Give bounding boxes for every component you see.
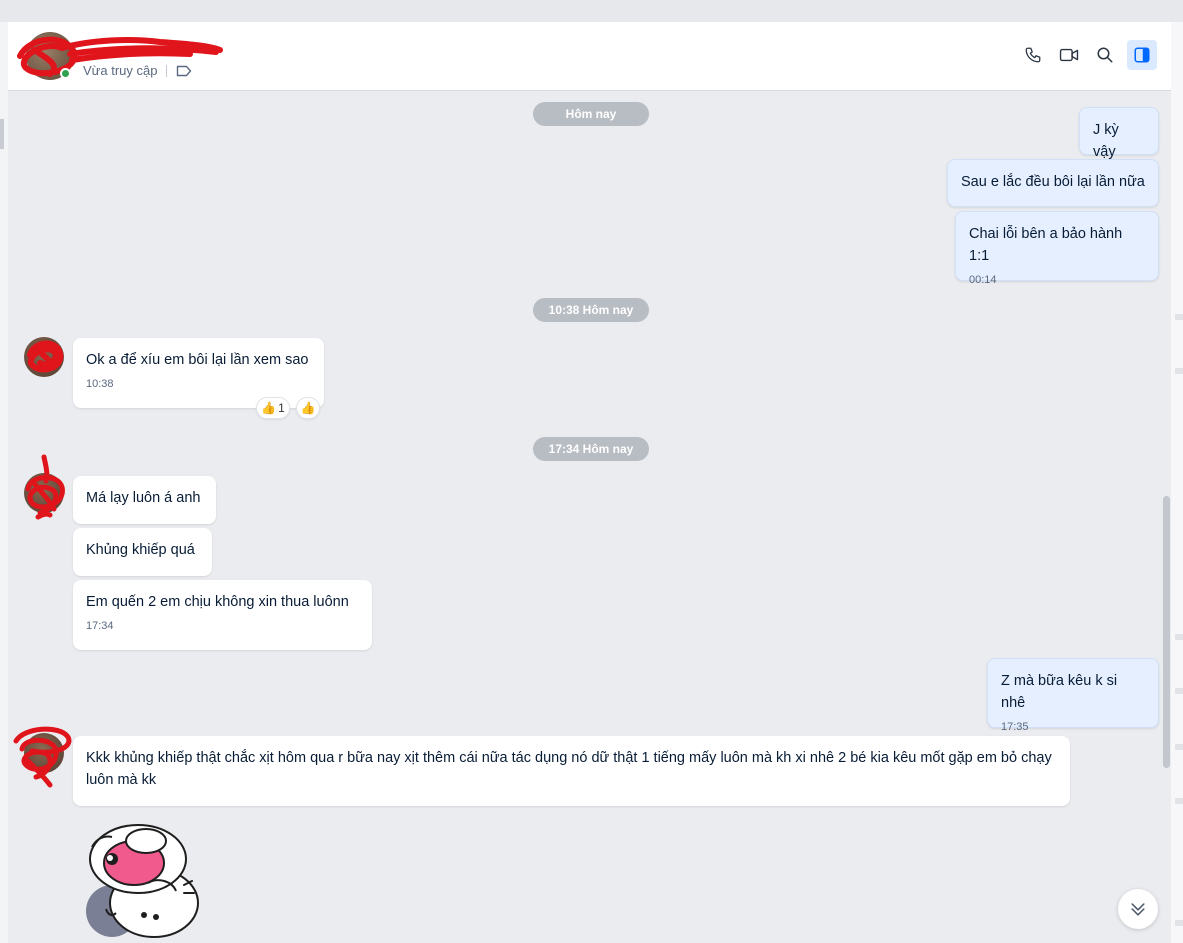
voice-call-button[interactable]	[1019, 41, 1047, 69]
chevrons-down-icon	[1131, 903, 1145, 916]
message-time: 17:35	[1001, 721, 1029, 733]
message-text: Sau e lắc đều bôi lại lần nữa	[961, 174, 1145, 190]
edge-mark	[1175, 368, 1183, 374]
thumbs-up-emoji: 👍	[300, 401, 316, 415]
edge-mark	[1175, 688, 1183, 694]
phone-icon	[1025, 47, 1041, 63]
reaction-count: 1	[278, 401, 285, 415]
last-seen-status: Vừa truy cập	[83, 63, 158, 78]
incoming-message[interactable]: Má lạy luôn á anh	[73, 476, 216, 524]
incoming-message[interactable]: Kkk khủng khiếp thật chắc xịt hôm qua r …	[73, 736, 1070, 806]
search-icon	[1097, 47, 1113, 63]
chat-header: Vừa truy cập	[8, 22, 1171, 91]
contact-name[interactable]	[84, 38, 214, 56]
online-status-dot	[60, 68, 71, 79]
incoming-message[interactable]: Khủng khiếp quá	[73, 528, 212, 576]
date-separator: 10:38 Hôm nay	[533, 298, 649, 322]
message-time: 00:14	[969, 274, 997, 286]
video-call-icon	[1059, 48, 1079, 62]
edge-mark	[1175, 634, 1183, 640]
add-reaction-button[interactable]: 👍	[296, 397, 320, 419]
message-text: Kkk khủng khiếp thật chắc xịt hôm qua r …	[86, 750, 1052, 788]
message-time: 10:38	[86, 378, 114, 390]
incoming-message[interactable]: Ok a để xíu em bôi lại lần xem sao 10:38	[73, 338, 324, 408]
outgoing-message[interactable]: Z mà bữa kêu k si nhê 17:35	[987, 658, 1159, 733]
incoming-message[interactable]: Em quến 2 em chịu không xin thua luônn 1…	[73, 580, 372, 650]
contact-status-row: Vừa truy cập	[83, 63, 192, 78]
message-text: J kỳ vậy	[1093, 122, 1119, 160]
tag-icon[interactable]	[176, 65, 192, 77]
left-panel-resize-handle[interactable]	[0, 119, 4, 149]
window-top-strip	[0, 0, 1183, 22]
reaction-summary[interactable]: 👍 1	[256, 397, 290, 419]
right-panel-edge	[1171, 22, 1183, 943]
outgoing-message[interactable]: J kỳ vậy	[1079, 107, 1159, 160]
sender-avatar[interactable]	[24, 473, 64, 513]
message-text: Ok a để xíu em bôi lại lần xem sao	[86, 352, 309, 368]
edge-mark	[1175, 920, 1183, 926]
date-separator: Hôm nay	[533, 102, 649, 126]
sender-avatar[interactable]	[24, 337, 64, 377]
status-divider	[166, 64, 168, 77]
message-list-scrollbar[interactable]	[1163, 496, 1170, 768]
thumbs-up-emoji: 👍	[261, 401, 277, 415]
message-list[interactable]: Hôm nay J kỳ vậy Sau e lắc đều bôi lại l…	[8, 91, 1163, 943]
date-separator: 17:34 Hôm nay	[533, 437, 649, 461]
sender-avatar[interactable]	[24, 733, 64, 773]
header-actions	[1019, 40, 1157, 70]
outgoing-message[interactable]: Sau e lắc đều bôi lại lần nữa	[947, 159, 1159, 207]
edge-mark	[1175, 744, 1183, 750]
message-text: Em quến 2 em chịu không xin thua luônn	[86, 594, 349, 610]
outgoing-message[interactable]: Chai lỗi bên a bảo hành 1:1 00:14	[955, 211, 1159, 286]
message-text: Khủng khiếp quá	[86, 542, 195, 558]
message-text: Chai lỗi bên a bảo hành 1:1	[969, 226, 1123, 264]
message-text: Má lạy luôn á anh	[86, 490, 201, 506]
sidebar-toggle-icon	[1134, 47, 1150, 63]
search-button[interactable]	[1091, 41, 1119, 69]
left-panel-edge	[0, 22, 8, 943]
message-time: 17:34	[86, 620, 114, 632]
edge-mark	[1175, 314, 1183, 320]
sticker-message[interactable]	[72, 819, 202, 943]
video-call-button[interactable]	[1055, 41, 1083, 69]
edge-mark	[1175, 798, 1183, 804]
scroll-to-bottom-button[interactable]	[1118, 889, 1158, 929]
message-text: Z mà bữa kêu k si nhê	[1001, 673, 1118, 711]
conversation-info-toggle[interactable]	[1127, 40, 1157, 70]
